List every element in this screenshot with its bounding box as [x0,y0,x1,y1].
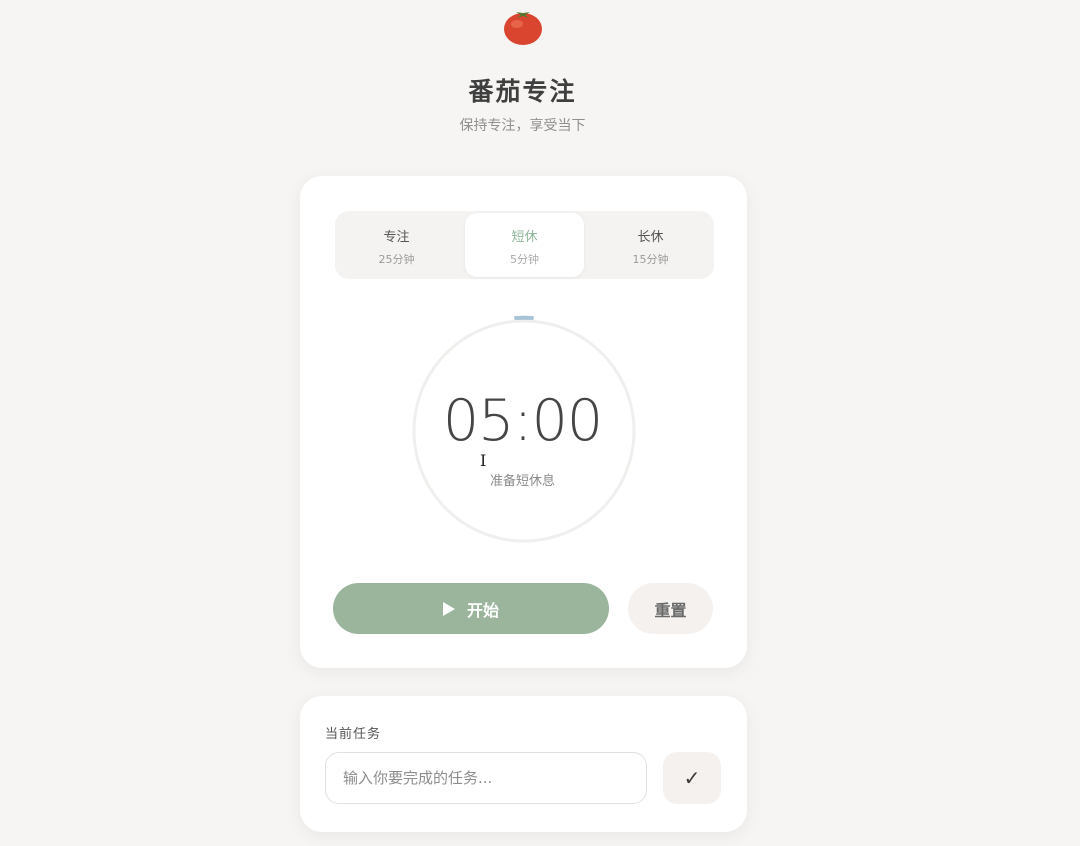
tab-long-break[interactable]: 长休 15分钟 [591,213,710,277]
mode-tabs: 专注 25分钟 短休 5分钟 长休 15分钟 [335,211,714,279]
confirm-task-button[interactable]: ✓ [663,752,721,804]
tab-label: 短休 [511,230,538,245]
app-title: 番茄专注 [468,77,577,106]
tab-duration: 5分钟 [510,253,539,266]
text-cursor-icon: I [480,451,487,470]
timer-status: 准备短休息 [489,474,555,489]
start-button[interactable]: 开始 [333,583,609,634]
tab-duration: 25分钟 [378,253,415,266]
play-icon [442,601,455,616]
reset-label: 重置 [654,600,687,620]
tab-short-break[interactable]: 短休 5分钟 [465,213,584,277]
start-label: 开始 [466,600,499,620]
task-card: 当前任务 ✓ [300,696,747,832]
task-label: 当前任务 [325,727,382,742]
check-icon: ✓ [683,766,701,790]
tab-label: 长休 [637,230,664,245]
task-input[interactable] [325,752,647,804]
tab-duration: 15分钟 [632,253,669,266]
tab-focus[interactable]: 专注 25分钟 [337,213,456,277]
timer-card: 专注 25分钟 短休 5分钟 长休 15分钟 05:00 准备短休息 I 开始 … [300,176,747,668]
tomato-icon [504,9,542,45]
app-subtitle: 保持专注，享受当下 [459,118,586,134]
tab-label: 专注 [383,230,410,245]
timer-display: 05:00 [442,388,603,454]
reset-button[interactable]: 重置 [628,583,713,634]
